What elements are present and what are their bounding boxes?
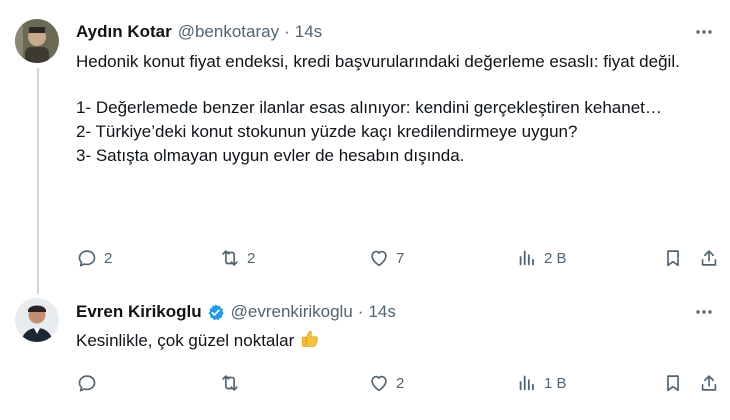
views-button[interactable]: 2 B [516,246,567,270]
retweet-count: 2 [247,249,256,267]
tweet-text: Hedonik konut fiyat endeksi, kredi başvu… [76,50,696,168]
views-icon [519,375,534,391]
timestamp[interactable]: 14s [295,22,322,42]
separator-dot: · [284,22,290,41]
reply-icon [78,375,96,392]
retweet-icon [222,250,238,266]
like-count: 7 [396,249,405,267]
paragraph: Hedonik konut fiyat endeksi, kredi başvu… [76,52,680,71]
views-button[interactable]: 1 B [516,371,567,395]
tweet-2[interactable]: Evren Kirikoglu @evrenkirikoglu · 14s Ke… [0,290,730,420]
retweet-button[interactable]: 2 [219,246,255,270]
views-count: 1 B [544,374,567,392]
tweet-1[interactable]: Aydın Kotar @benkotaray · 14s Hedonik ko… [0,0,730,294]
bookmark-icon [667,375,679,392]
action-bar: 2 2 7 2 B [76,246,717,270]
avatar-evren-kirikoglu[interactable] [15,298,59,342]
timestamp[interactable]: 14s [368,302,395,322]
share-button[interactable] [698,246,720,270]
paragraph: 3- Satışta olmayan uygun evler de hesabı… [76,146,465,165]
like-count: 2 [396,374,405,392]
tweet-text: Kesinlikle, çok güzel noktalar [76,328,696,353]
share-button[interactable] [698,371,720,395]
paragraph: 1- Değerlemede benzer ilanlar esas alını… [76,98,662,117]
views-count: 2 B [544,249,567,267]
verified-badge-icon [208,303,224,320]
more-icon [696,30,712,34]
like-button[interactable]: 2 [368,371,404,395]
views-icon [519,250,534,266]
bookmark-button[interactable] [662,371,684,395]
retweet-button[interactable] [219,371,247,395]
more-icon [696,310,712,314]
reply-button[interactable] [76,371,104,395]
reply-button[interactable]: 2 [76,246,112,270]
author-handle[interactable]: @evrenkirikoglu [231,302,353,322]
paragraph: 2- Türkiye’deki konut stokunun yüzde kaç… [76,122,578,141]
reply-icon [78,250,96,267]
author-handle[interactable]: @benkotaray [178,22,279,42]
action-bar: 2 1 B [76,371,717,395]
more-options-button[interactable] [692,20,716,44]
bookmark-icon [667,250,679,267]
heart-icon [371,375,387,392]
heart-icon [371,250,387,267]
author-name[interactable]: Evren Kirikoglu [76,302,202,322]
author-name[interactable]: Aydın Kotar [76,22,172,42]
like-button[interactable]: 7 [368,246,404,270]
tweet-header: Evren Kirikoglu @evrenkirikoglu · 14s [76,302,396,322]
retweet-icon [222,375,238,391]
share-icon [701,375,717,391]
thumbs-up-icon [301,330,318,347]
avatar-aydin-kotar[interactable] [15,19,59,63]
reply-text: Kesinlikle, çok güzel noktalar [76,331,295,350]
reply-count: 2 [104,249,113,267]
more-options-button[interactable] [692,300,716,324]
separator-dot: · [357,302,364,321]
thread-line [37,68,39,294]
tweet-header: Aydın Kotar @benkotaray · 14s [76,22,322,42]
bookmark-button[interactable] [662,246,684,270]
share-icon [701,250,717,266]
